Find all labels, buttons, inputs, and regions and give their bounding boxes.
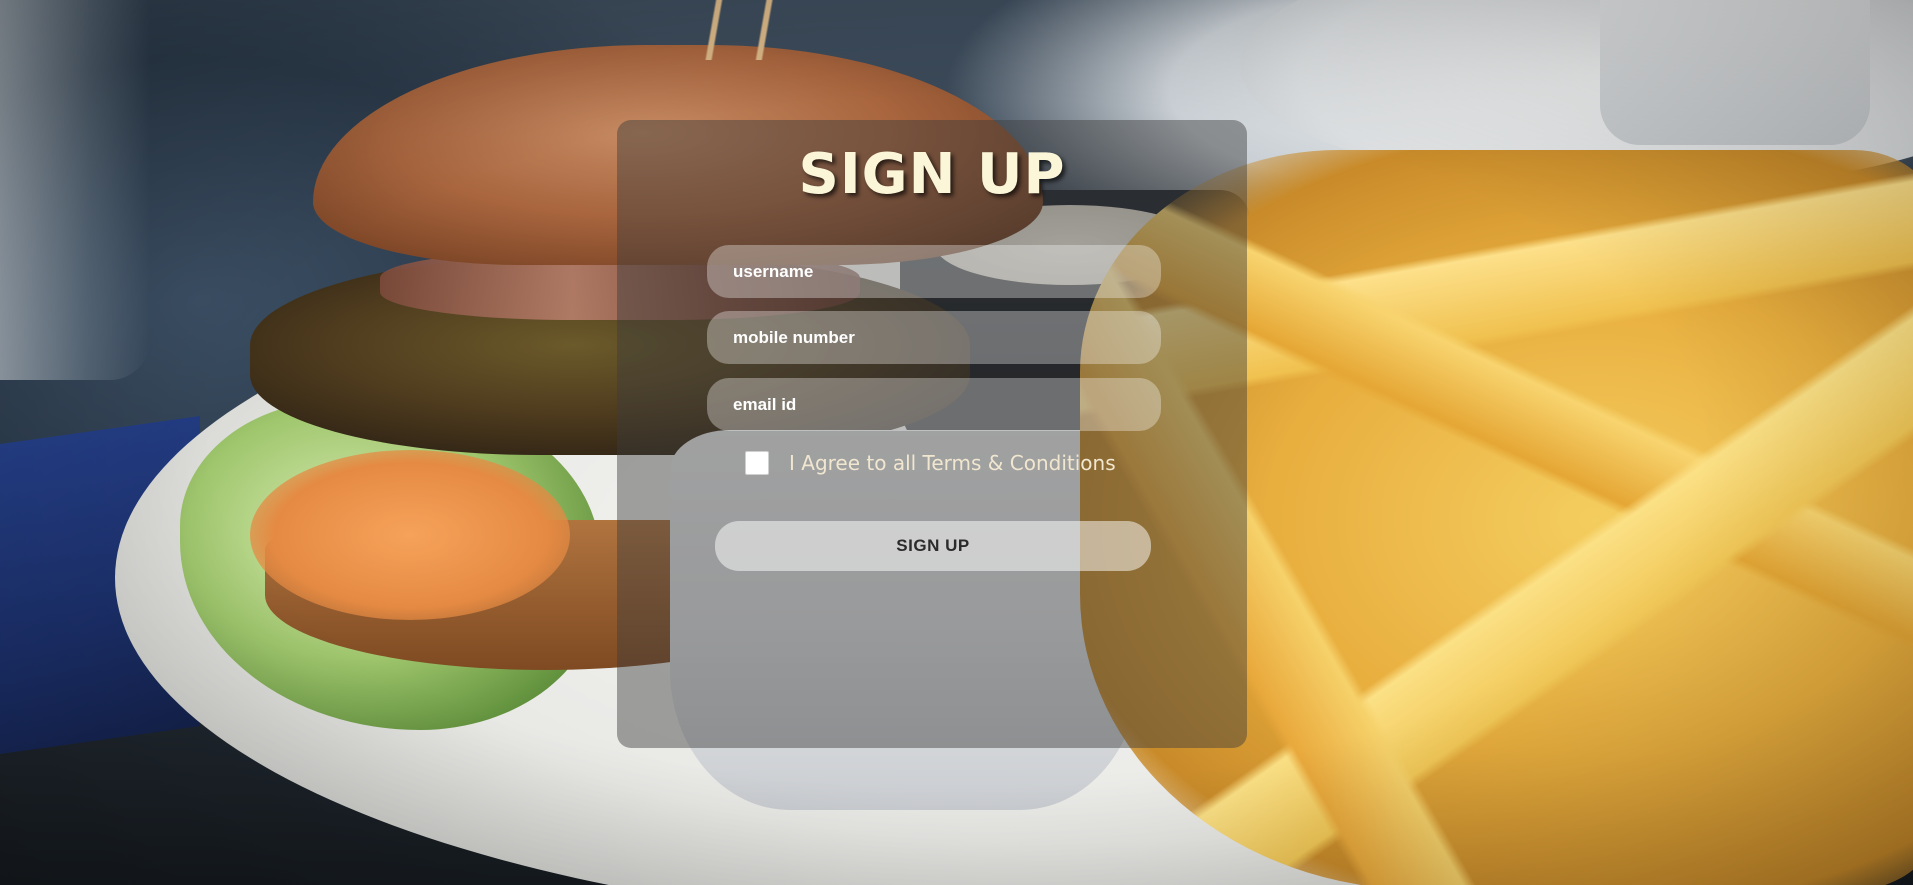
username-input[interactable] (707, 245, 1161, 298)
terms-label: I Agree to all Terms & Conditions (789, 451, 1116, 475)
page-title: SIGN UP (798, 142, 1066, 207)
mobile-number-input[interactable] (707, 311, 1161, 364)
terms-row: I Agree to all Terms & Conditions (745, 449, 1116, 477)
terms-checkbox[interactable] (745, 451, 769, 475)
sign-up-button[interactable]: SIGN UP (715, 521, 1151, 571)
signup-page: SIGN UP I Agree to all Terms & Condition… (0, 0, 1913, 885)
email-input[interactable] (707, 378, 1161, 431)
signup-panel: SIGN UP I Agree to all Terms & Condition… (617, 120, 1247, 748)
